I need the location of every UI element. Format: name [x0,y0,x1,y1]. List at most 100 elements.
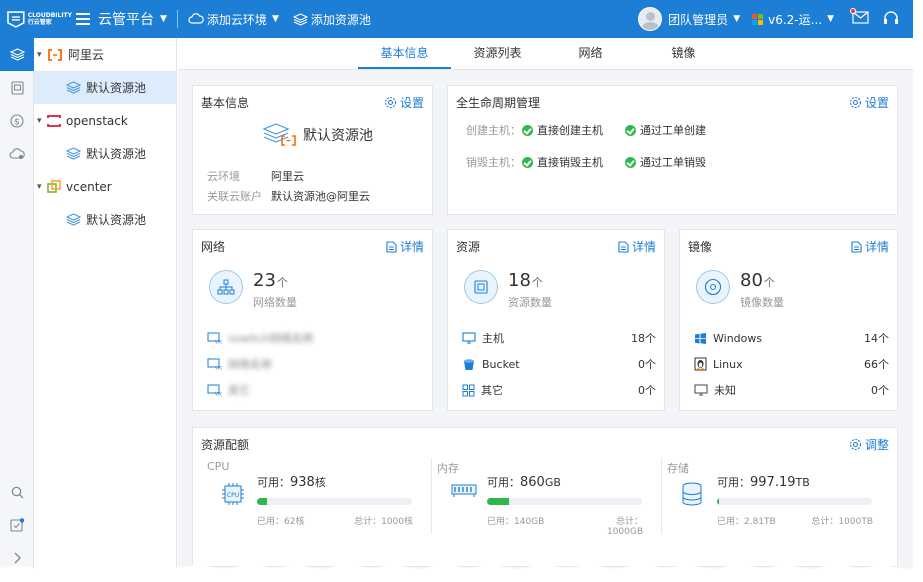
collapse-icon[interactable]: ▾ [37,116,47,126]
card-title: 镜像 [688,240,713,254]
tree-node-aliyun[interactable]: ▾ 阿里云 [34,38,176,71]
quota-progress-bar [487,498,642,505]
menu-icon[interactable] [76,10,90,28]
tree-label: 阿里云 [68,48,105,62]
create-direct-check: 直接创建主机 [522,122,603,138]
tab-resource-list[interactable]: 资源列表 [451,38,544,69]
search-icon [11,486,23,499]
version-menu[interactable]: v6.2-运... ▼ [752,11,834,28]
create-direct-label: 直接创建主机 [537,124,603,137]
user-name: 团队管理员 [668,12,729,27]
tree-label: vcenter [66,179,112,194]
tree-node-openstack[interactable]: ▾ openstack [34,104,176,137]
list-item[interactable]: Windows 14个 [694,328,889,348]
rail-billing[interactable]: $ [0,104,34,137]
quota-cpu: CPU CPU 可用：938核 已用：62核 总计：1000核 [201,454,426,534]
detail-link[interactable]: 详情 [851,238,889,255]
list-item[interactable]: 主机 18个 [462,328,656,348]
memory-icon [451,484,477,497]
grid-icon [462,384,475,396]
brand-switcher[interactable]: 云管平台 ▼ [98,9,167,29]
list-item[interactable]: 未知 0个 [694,380,889,400]
create-ticket-check: 通过工单创建 [625,122,706,138]
svg-text:VPC: VPC [215,340,222,345]
tree-node-openstack-pool[interactable]: 默认资源池 [34,137,176,170]
list-item[interactable]: Linux 66个 [694,354,889,374]
tree-node-vcenter-pool[interactable]: 默认资源池 [34,203,176,236]
layers-icon [292,12,308,26]
image-item-label: Windows [713,331,763,345]
headset-icon [884,11,898,24]
tree-node-aliyun-pool[interactable]: 默认资源池 [34,71,176,104]
add-cloud-env-button[interactable]: 添加云环境 ▼ [188,11,279,28]
resource-item-label: 其它 [481,384,503,397]
main-content: 基本信息 资源列表 网络 镜像 基本信息 设置 默认资源池 云环境 阿里云 关联… [178,38,913,582]
check-icon [522,156,533,168]
card-title: 基本信息 [201,96,250,110]
mail-button[interactable] [850,8,869,27]
pool-header: 默认资源池 [263,122,373,148]
network-card: 网络 详情 23个 网络数量 VPC vswitch网络名称 VPC 网络名称 VP… [192,229,433,411]
quota-progress-fill [487,498,509,505]
image-item-count: 14个 [864,332,889,345]
resource-item-label: Bucket [482,357,520,371]
tab-basic-info[interactable]: 基本信息 [358,38,451,69]
list-item[interactable]: Bucket 0个 [462,354,656,374]
card-title: 全生命周期管理 [456,96,541,110]
list-item[interactable]: 其它 0个 [462,380,656,400]
rail-search[interactable] [0,486,34,499]
adjust-button[interactable]: 调整 [849,436,889,453]
layers-aliyun-icon [263,123,296,146]
network-item-label: vswitch网络名称 [228,332,314,345]
image-count: 80个 [740,270,775,291]
svg-text:VPC: VPC [215,392,222,397]
quota-card: 资源配额 调整 CPU CPU 可用：938核 已用：62核 总计：1000核 … [192,427,898,567]
detail-link[interactable]: 详情 [386,238,424,255]
rail-hosts[interactable] [0,71,34,104]
tab-network[interactable]: 网络 [544,38,637,69]
list-item[interactable]: VPC 网络名称 [207,354,424,374]
resources-card: 资源 详情 18个 资源数量 主机 18个 Bucket 0个 其它 0个 [447,229,665,411]
card-title: 资源配额 [201,438,250,452]
gear-icon [849,96,862,109]
bucket-icon [464,358,474,370]
settings-label: 设置 [864,96,889,110]
image-item-count: 66个 [864,358,889,371]
list-item[interactable]: VPC 其它 [207,380,424,400]
user-menu[interactable]: 团队管理员 ▼ [638,7,740,31]
detail-link[interactable]: 详情 [618,238,656,255]
rail-tasks[interactable] [0,518,34,532]
document-icon [386,240,397,253]
collapse-icon[interactable]: ▾ [37,182,47,192]
detail-label: 详情 [864,240,889,254]
destroy-ticket-check: 通过工单销毁 [625,154,706,170]
notification-dot [850,8,856,14]
adjust-label: 调整 [864,438,889,452]
vcenter-icon [47,179,61,193]
account-key: 关联云账户 [207,190,262,203]
image-item-count: 0个 [871,384,889,397]
list-item[interactable]: VPC vswitch网络名称 [207,328,424,348]
resource-tree: ▾ 阿里云 默认资源池 ▾ openstack 默认资源池 ▾ vcenter … [34,38,177,582]
tree-node-vcenter[interactable]: ▾ vcenter [34,170,176,203]
quota-total: 总计：1000TB [811,517,873,527]
gear-icon [849,438,862,451]
chevron-down-icon: ▼ [827,14,834,24]
document-icon [618,240,629,253]
add-cloud-env-label: 添加云环境 [206,12,267,27]
top-bar: CLOUDBILITY 行云管家 云管平台 ▼ 添加云环境 ▼ 添加资源池 团队管… [0,0,913,38]
add-resource-pool-button[interactable]: 添加资源池 [292,11,371,28]
settings-button[interactable]: 设置 [384,94,424,111]
collapse-icon[interactable]: ▾ [37,50,47,60]
torn-edge-decoration [0,564,923,582]
support-button[interactable] [883,10,899,28]
network-item-label: 网络名称 [228,358,272,371]
tab-images[interactable]: 镜像 [637,38,730,69]
logo[interactable]: CLOUDBILITY 行云管家 [0,9,72,29]
tree-label: 默认资源池 [86,81,147,95]
rail-resource-pools[interactable] [0,38,34,71]
quota-used: 已用：140GB [487,517,545,527]
rail-cloud-settings[interactable] [0,137,34,170]
quota-progress-bar [257,498,412,505]
settings-button[interactable]: 设置 [849,94,889,111]
